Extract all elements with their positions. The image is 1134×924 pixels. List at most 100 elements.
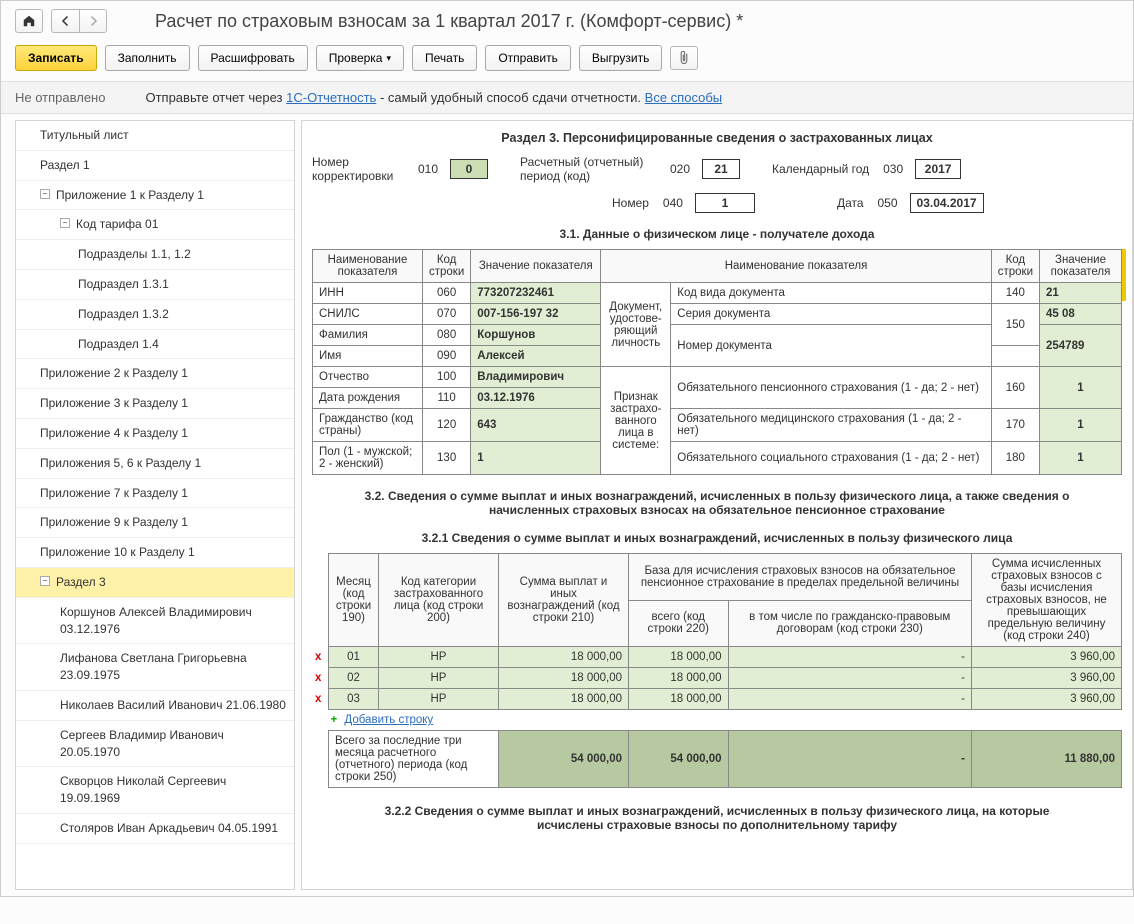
plus-icon: + <box>331 714 338 726</box>
total-contrib: 11 880,00 <box>972 731 1122 788</box>
fill-button[interactable]: Заполнить <box>105 45 190 71</box>
contrib-cell[interactable]: 3 960,00 <box>972 647 1122 668</box>
sidebar-item-5[interactable]: Подраздел 1.3.1 <box>16 270 294 300</box>
sidebar-item-19[interactable]: Сергеев Владимир Иванович 20.05.1970 <box>16 721 294 768</box>
main-content: Раздел 3. Персонифицированные сведения о… <box>301 120 1133 890</box>
table-321: Месяц (код строки 190) Код категории зас… <box>328 553 1122 788</box>
sex-value[interactable]: 1 <box>471 442 601 475</box>
sidebar-item-21[interactable]: Столяров Иван Аркадьевич 04.05.1991 <box>16 814 294 844</box>
year-value[interactable]: 2017 <box>915 159 961 179</box>
tree-toggle-icon[interactable]: − <box>60 218 70 228</box>
category-cell[interactable]: НР <box>379 647 499 668</box>
sidebar-item-17[interactable]: Лифанова Светлана Григорьевна 23.09.1975 <box>16 644 294 691</box>
citizenship-value[interactable]: 643 <box>471 409 601 442</box>
period-label: Расчетный (отчетный) период (код) <box>520 155 656 183</box>
sidebar-item-3[interactable]: −Код тарифа 01 <box>16 210 294 240</box>
docser-value[interactable]: 45 08 <box>1040 304 1122 325</box>
sidebar-item-6[interactable]: Подраздел 1.3.2 <box>16 300 294 330</box>
base-cell[interactable]: 18 000,00 <box>629 647 729 668</box>
delete-row-icon[interactable]: x <box>315 651 321 663</box>
decode-button[interactable]: Расшифровать <box>198 45 308 71</box>
sidebar-item-20[interactable]: Скворцов Николай Сергеевич 19.09.1969 <box>16 767 294 814</box>
total-gpd: - <box>728 731 971 788</box>
tree-toggle-icon[interactable]: − <box>40 576 50 586</box>
corr-value[interactable]: 0 <box>450 159 488 179</box>
s321-title: 3.2.1 Сведения о сумме выплат и иных воз… <box>312 531 1122 545</box>
snils-value[interactable]: 007-156-197 32 <box>471 304 601 325</box>
check-button[interactable]: Проверка▾ <box>316 45 404 71</box>
docnum-value[interactable]: 254789 <box>1040 325 1122 367</box>
sidebar-item-label: Раздел 1 <box>40 157 90 174</box>
period-value[interactable]: 21 <box>702 159 740 179</box>
contrib-cell[interactable]: 3 960,00 <box>972 689 1122 710</box>
patronymic-value[interactable]: Владимирович <box>471 367 601 388</box>
name-value[interactable]: Алексей <box>471 346 601 367</box>
sidebar-item-10[interactable]: Приложение 4 к Разделу 1 <box>16 419 294 449</box>
sidebar-item-16[interactable]: Коршунов Алексей Владимирович 03.12.1976 <box>16 598 294 645</box>
sidebar-item-8[interactable]: Приложение 2 к Разделу 1 <box>16 359 294 389</box>
sidebar-item-label: Титульный лист <box>40 127 129 144</box>
sidebar-item-1[interactable]: Раздел 1 <box>16 151 294 181</box>
print-button[interactable]: Печать <box>412 45 477 71</box>
s31-title: 3.1. Данные о физическом лице - получате… <box>312 227 1122 241</box>
gpd-cell[interactable]: - <box>728 689 971 710</box>
forward-button[interactable] <box>79 9 107 33</box>
num-value[interactable]: 1 <box>695 193 755 213</box>
month-cell[interactable]: x01 <box>329 647 379 668</box>
sidebar-item-14[interactable]: Приложение 10 к Разделу 1 <box>16 538 294 568</box>
delete-row-icon[interactable]: x <box>315 693 321 705</box>
sum-cell[interactable]: 18 000,00 <box>499 668 629 689</box>
status-hint: Отправьте отчет через 1С-Отчетность - са… <box>145 90 722 105</box>
sidebar-item-9[interactable]: Приложение 3 к Разделу 1 <box>16 389 294 419</box>
sidebar-item-7[interactable]: Подраздел 1.4 <box>16 330 294 360</box>
doctype-value[interactable]: 21 <box>1040 283 1122 304</box>
send-button[interactable]: Отправить <box>485 45 571 71</box>
sidebar-item-label: Приложение 2 к Разделу 1 <box>40 365 188 382</box>
category-cell[interactable]: НР <box>379 668 499 689</box>
back-button[interactable] <box>51 9 79 33</box>
gpd-cell[interactable]: - <box>728 668 971 689</box>
sidebar-item-11[interactable]: Приложения 5, 6 к Разделу 1 <box>16 449 294 479</box>
sidebar-item-4[interactable]: Подразделы 1.1, 1.2 <box>16 240 294 270</box>
sidebar-item-label: Лифанова Светлана Григорьевна 23.09.1975 <box>60 650 286 684</box>
add-row-link[interactable]: Добавить строку <box>344 714 433 726</box>
contrib-cell[interactable]: 3 960,00 <box>972 668 1122 689</box>
delete-row-icon[interactable]: x <box>315 672 321 684</box>
home-button[interactable] <box>15 9 43 33</box>
month-cell[interactable]: x03 <box>329 689 379 710</box>
sidebar-item-12[interactable]: Приложение 7 к Разделу 1 <box>16 479 294 509</box>
medical-flag[interactable]: 1 <box>1040 409 1122 442</box>
link-1s-report[interactable]: 1С-Отчетность <box>286 90 376 105</box>
pension-flag[interactable]: 1 <box>1040 367 1122 409</box>
surname-value[interactable]: Коршунов <box>471 325 601 346</box>
link-all-methods[interactable]: Все способы <box>645 90 722 105</box>
social-flag[interactable]: 1 <box>1040 442 1122 475</box>
sum-cell[interactable]: 18 000,00 <box>499 689 629 710</box>
sidebar-item-label: Приложение 9 к Разделу 1 <box>40 514 188 531</box>
month-cell[interactable]: x02 <box>329 668 379 689</box>
sidebar-item-15[interactable]: −Раздел 3 <box>16 568 294 598</box>
write-button[interactable]: Записать <box>15 45 97 71</box>
nav-sidebar[interactable]: Титульный лист Раздел 1 −Приложение 1 к Ра… <box>15 120 295 890</box>
category-cell[interactable]: НР <box>379 689 499 710</box>
tree-toggle-icon[interactable]: − <box>40 189 50 199</box>
sidebar-item-label: Подразделы 1.1, 1.2 <box>78 246 191 263</box>
sidebar-item-label: Подраздел 1.4 <box>78 336 159 353</box>
sidebar-item-label: Столяров Иван Аркадьевич 04.05.1991 <box>60 820 278 837</box>
table-31: Наименование показателя Код строки Значе… <box>312 249 1122 475</box>
gpd-cell[interactable]: - <box>728 647 971 668</box>
sidebar-item-label: Подраздел 1.3.1 <box>78 276 169 293</box>
export-button[interactable]: Выгрузить <box>579 45 663 71</box>
chevron-down-icon: ▾ <box>386 53 391 64</box>
date-value[interactable]: 03.04.2017 <box>910 193 984 213</box>
inn-value[interactable]: 773207232461 <box>471 283 601 304</box>
sidebar-item-18[interactable]: Николаев Василий Иванович 21.06.1980 <box>16 691 294 721</box>
base-cell[interactable]: 18 000,00 <box>629 668 729 689</box>
dob-value[interactable]: 03.12.1976 <box>471 388 601 409</box>
attach-button[interactable] <box>670 46 698 70</box>
sidebar-item-2[interactable]: −Приложение 1 к Разделу 1 <box>16 181 294 211</box>
sidebar-item-13[interactable]: Приложение 9 к Разделу 1 <box>16 508 294 538</box>
sum-cell[interactable]: 18 000,00 <box>499 647 629 668</box>
sidebar-item-0[interactable]: Титульный лист <box>16 121 294 151</box>
base-cell[interactable]: 18 000,00 <box>629 689 729 710</box>
